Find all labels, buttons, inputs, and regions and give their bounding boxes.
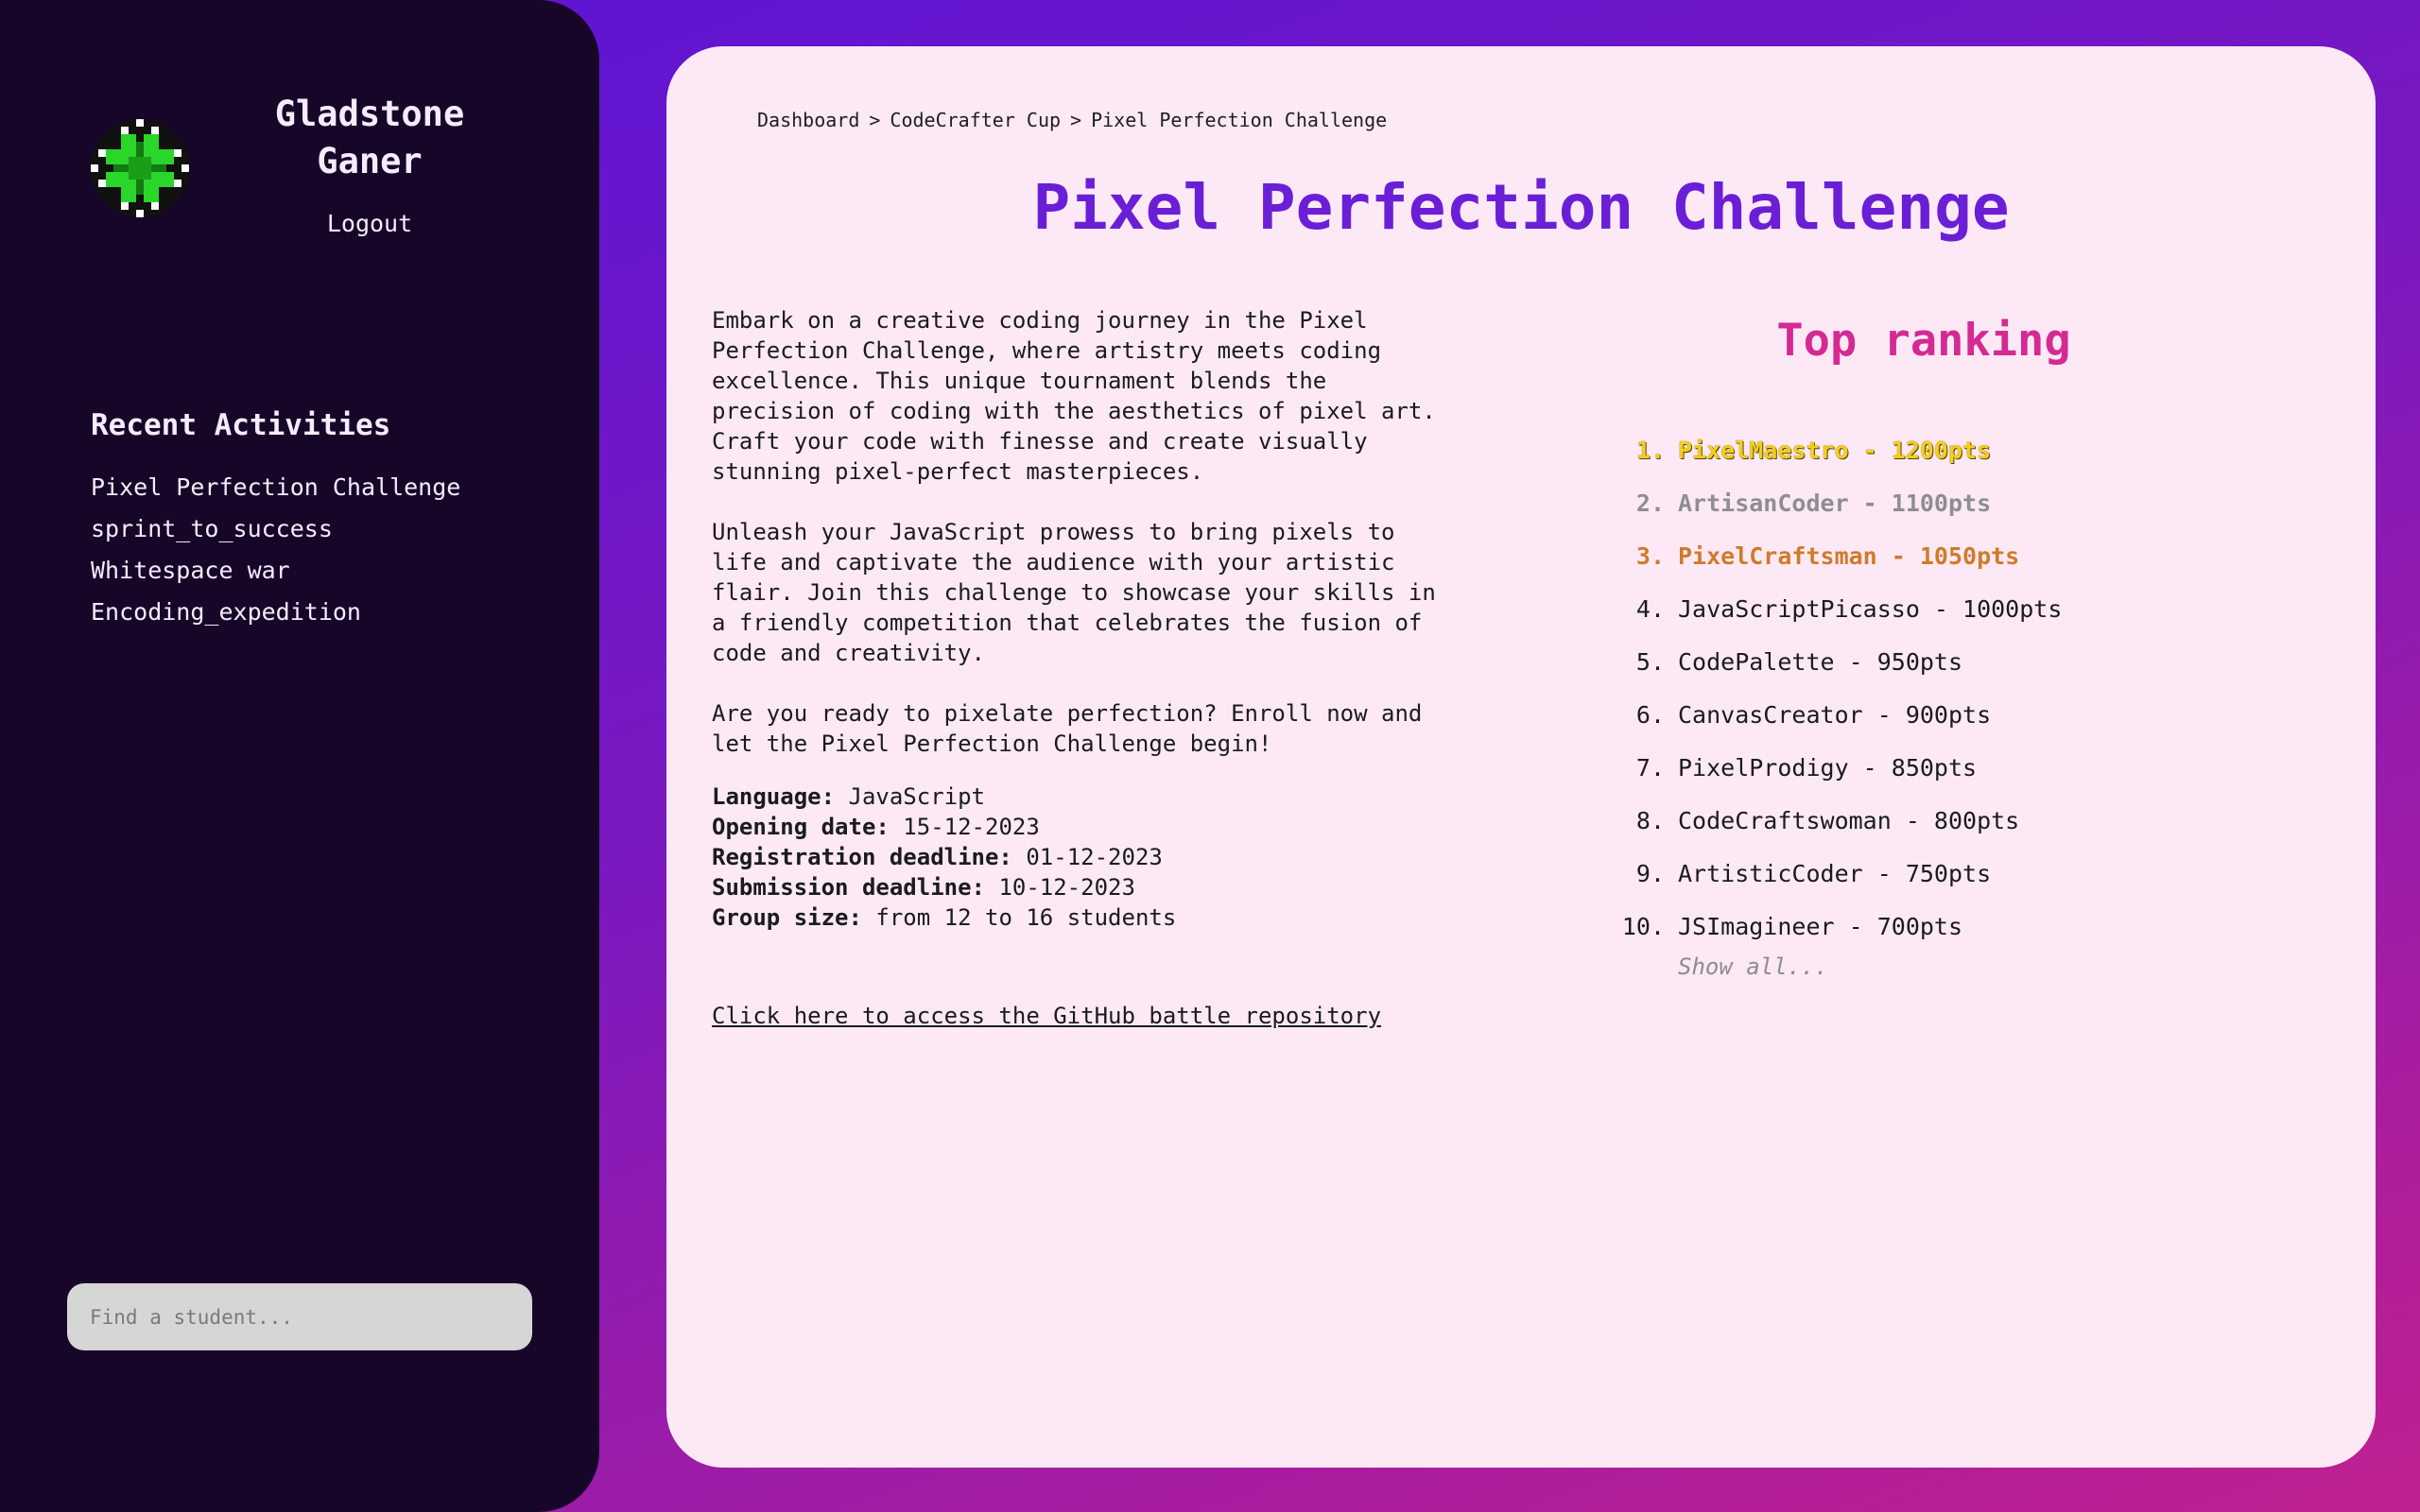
recent-activity-item[interactable]: Whitespace war xyxy=(91,550,460,592)
breadcrumb-codecrafter-cup[interactable]: CodeCrafter Cup xyxy=(890,109,1061,131)
ranking-item: 9. ArtisticCoder - 750pts xyxy=(1635,860,1992,887)
ranking-item: 5. CodePalette - 950pts xyxy=(1635,648,1963,676)
detail-submission-deadline: Submission deadline: 10-12-2023 xyxy=(712,874,1135,901)
description-paragraph: Are you ready to pixelate perfection? En… xyxy=(712,700,1423,757)
breadcrumb: Dashboard > CodeCrafter Cup > Pixel Perfecti… xyxy=(757,109,1387,131)
logout-button[interactable]: Logout xyxy=(251,210,488,237)
recent-activity-item[interactable]: Pixel Perfection Challenge xyxy=(91,467,460,508)
ranking-item: 8. CodeCraftswoman - 800pts xyxy=(1635,807,2020,834)
github-repository-link[interactable]: Click here to access the GitHub battle r… xyxy=(712,1003,1381,1029)
student-search-input[interactable] xyxy=(67,1283,532,1350)
breadcrumb-separator: > xyxy=(869,109,881,131)
show-all-link[interactable]: Show all... xyxy=(1678,954,1828,980)
description-paragraph: Embark on a creative coding journey in t… xyxy=(712,307,1436,485)
ranking-item: 7. PixelProdigy - 850pts xyxy=(1635,754,1978,782)
ranking-list: 1. PixelMaestro - 1200pts 2. ArtisanCoder … xyxy=(1612,424,2063,954)
detail-registration-deadline: Registration deadline: 01-12-2023 xyxy=(712,844,1163,870)
challenge-description: Embark on a creative coding journey in t… xyxy=(712,305,1459,789)
recent-activities-title: Recent Activities xyxy=(91,408,391,442)
detail-opening-date: Opening date: 15-12-2023 xyxy=(712,814,1040,840)
detail-language: Language: JavaScript xyxy=(712,783,985,810)
breadcrumb-separator: > xyxy=(1070,109,1082,131)
ranking-item: 1. PixelMaestro - 1200pts xyxy=(1635,437,1992,464)
ranking-item: 4. JavaScriptPicasso - 1000pts xyxy=(1635,595,2063,623)
profile: Gladstone Ganer Logout xyxy=(91,91,526,251)
sidebar: Gladstone Ganer Logout Recent Activities… xyxy=(0,0,599,1512)
recent-activity-item[interactable]: Encoding_expedition xyxy=(91,592,460,633)
breadcrumb-dashboard[interactable]: Dashboard xyxy=(757,109,859,131)
page-title: Pixel Perfection Challenge xyxy=(1032,171,2010,244)
ranking-item: 2. ArtisanCoder - 1100pts xyxy=(1635,490,1992,517)
breadcrumb-current: Pixel Perfection Challenge xyxy=(1091,109,1388,131)
recent-activity-item[interactable]: sprint_to_success xyxy=(91,508,460,550)
challenge-details: Language: JavaScript Opening date: 15-12… xyxy=(712,782,1459,933)
user-name: Gladstone Ganer xyxy=(274,94,465,181)
ranking-item: 10. JSImagineer - 700pts xyxy=(1621,913,1963,940)
pixel-clover-avatar-icon[interactable] xyxy=(91,119,189,217)
ranking-item: 3. PixelCraftsman - 1050pts xyxy=(1635,542,2020,570)
challenge-card: Dashboard > CodeCrafter Cup > Pixel Perfecti… xyxy=(666,46,2376,1468)
ranking-title: Top ranking xyxy=(1776,315,2071,367)
ranking-item: 6. CanvasCreator - 900pts xyxy=(1635,701,1992,729)
description-paragraph: Unleash your JavaScript prowess to bring… xyxy=(712,519,1436,666)
recent-activities-list: Pixel Perfection Challenge sprint_to_suc… xyxy=(91,467,460,633)
detail-group-size: Group size: from 12 to 16 students xyxy=(712,904,1177,931)
